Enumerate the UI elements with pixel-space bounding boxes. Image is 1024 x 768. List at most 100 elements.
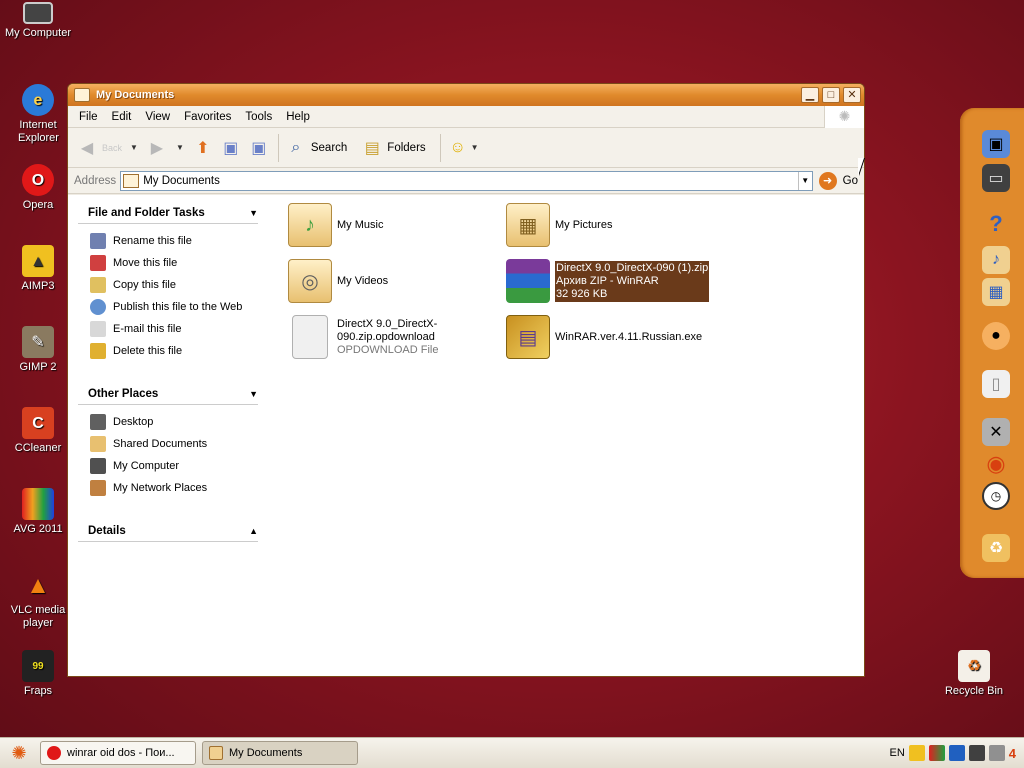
network-icon[interactable]: ▣: [982, 130, 1010, 158]
desktop-icon-vlc[interactable]: ▲ VLC media player: [0, 569, 76, 630]
network-tray-icon[interactable]: [968, 745, 985, 761]
menu-edit[interactable]: Edit: [105, 111, 139, 123]
place-shared-documents[interactable]: Shared Documents: [78, 433, 258, 455]
desktop-icon-my-computer[interactable]: My Computer: [0, 2, 76, 40]
pictures-folder-icon[interactable]: ▦: [982, 278, 1010, 306]
tray-number[interactable]: 4: [1009, 746, 1016, 761]
expand-icon[interactable]: ▲: [249, 526, 258, 536]
desktop-icon-internet-explorer[interactable]: e Internet Explorer: [0, 84, 76, 145]
file-item[interactable]: ▤ WinRAR.ver.4.11.Russian.exe: [506, 315, 702, 359]
file-item-selected[interactable]: DirectX 9.0_DirectX-090 (1).zip Архив ZI…: [506, 259, 710, 303]
panel-title: Other Places: [88, 388, 159, 400]
forward-button[interactable]: ▶: [146, 137, 168, 159]
place-desktop[interactable]: Desktop: [78, 411, 258, 433]
back-arrow-icon: ◀: [80, 139, 94, 157]
explorer-body: File and Folder Tasks ▼ Rename this file…: [68, 195, 864, 676]
help-icon[interactable]: ?: [982, 210, 1010, 238]
search-label: Search: [310, 141, 348, 154]
taskbar: ✺ winrar oid dos - Пои... My Documents E…: [0, 737, 1024, 768]
forward-dropdown-icon[interactable]: ▼: [176, 143, 184, 152]
task-rename[interactable]: Rename this file: [78, 230, 258, 252]
speaker-tray-icon[interactable]: [988, 745, 1005, 761]
place-my-computer[interactable]: My Computer: [78, 455, 258, 477]
maximize-button[interactable]: □: [822, 87, 840, 103]
task-move[interactable]: Move this file: [78, 252, 258, 274]
folders-icon: ▤: [364, 139, 380, 157]
place-label: Shared Documents: [113, 438, 208, 450]
file-name: My Videos: [337, 274, 389, 287]
clock-icon[interactable]: ◷: [982, 482, 1010, 510]
start-button-ubuntu-icon[interactable]: ✺: [4, 740, 34, 766]
file-item[interactable]: ◎ My Videos: [288, 259, 388, 303]
delete-icon: [90, 343, 106, 359]
back-label: Back: [102, 142, 123, 153]
up-button[interactable]: ⬆: [192, 137, 214, 159]
ubuntu-logo-icon[interactable]: ◉: [982, 450, 1010, 478]
avg-tray-icon[interactable]: [928, 745, 945, 761]
computer-icon: [90, 458, 106, 474]
language-indicator[interactable]: EN: [889, 747, 904, 759]
minimize-button[interactable]: ▁: [801, 87, 819, 103]
task-email[interactable]: E-mail this file: [78, 318, 258, 340]
menu-help[interactable]: Help: [279, 111, 317, 123]
desktop-icon-ccleaner[interactable]: C CCleaner: [0, 407, 76, 455]
taskbar-task-my-documents[interactable]: My Documents: [202, 741, 358, 765]
menu-tools[interactable]: Tools: [238, 111, 279, 123]
other-places-header[interactable]: Other Places ▼: [78, 388, 258, 405]
desktop-icon-avg[interactable]: AVG 2011: [0, 488, 76, 536]
taskbar-task-opera[interactable]: winrar oid dos - Пои...: [40, 741, 196, 765]
explorer-window: My Documents ▁ □ ✕ File Edit View Favori…: [67, 83, 865, 677]
place-my-network-places[interactable]: My Network Places: [78, 477, 258, 499]
music-folder-icon[interactable]: ♪: [982, 246, 1010, 274]
file-item[interactable]: DirectX 9.0_DirectX-090.zip.opdownload O…: [288, 315, 497, 359]
views-button[interactable]: ☺ ▼: [447, 137, 478, 159]
internet-explorer-icon: e: [22, 84, 54, 116]
menu-view[interactable]: View: [138, 111, 177, 123]
file-tasks-header[interactable]: File and Folder Tasks ▼: [78, 207, 258, 224]
back-button[interactable]: ◀ Back: [76, 137, 122, 159]
menu-favorites[interactable]: Favorites: [177, 111, 238, 123]
menu-file[interactable]: File: [72, 111, 105, 123]
desktop-icon-opera[interactable]: O Opera: [0, 164, 76, 212]
task-delete[interactable]: Delete this file: [78, 340, 258, 362]
delete-button[interactable]: ▣: [248, 137, 270, 159]
desktop-icon-aimp[interactable]: ▲ AIMP3: [0, 245, 76, 293]
task-publish[interactable]: Publish this file to the Web: [78, 296, 258, 318]
recycle-icon[interactable]: ♻: [982, 534, 1010, 562]
e-tray-icon[interactable]: [948, 745, 965, 761]
task-label: Delete this file: [113, 345, 183, 357]
file-item[interactable]: ♪ My Music: [288, 203, 383, 247]
desktop-icon-gimp[interactable]: ✎ GIMP 2: [0, 326, 76, 374]
warning-icon[interactable]: [908, 745, 925, 761]
toolbar: ◀ Back ▼ ▶ ▼ ⬆ ▣ ▣ ⌕ Search ▤ Folders ☺ …: [68, 128, 864, 168]
file-item[interactable]: ▦ My Pictures: [506, 203, 612, 247]
task-copy[interactable]: Copy this file: [78, 274, 258, 296]
side-dock: ▣ ▭ ? ♪ ▦ ● ▯ ✕ ◉ ◷ ♻: [960, 108, 1024, 578]
address-dropdown-icon[interactable]: ▼: [797, 171, 812, 190]
title-bar[interactable]: My Documents ▁ □ ✕: [68, 84, 864, 106]
desktop-icon-recycle-bin[interactable]: ♻ Recycle Bin: [936, 650, 1012, 698]
folders-button[interactable]: ▤ Folders: [361, 137, 426, 159]
search-button[interactable]: ⌕ Search: [285, 137, 347, 159]
desktop-icon-label: AIMP3: [21, 280, 55, 292]
folder-icon: [209, 746, 223, 760]
desktop-icon-fraps[interactable]: 99 Fraps: [0, 650, 76, 698]
back-dropdown-icon[interactable]: ▼: [130, 143, 138, 152]
computer-icon[interactable]: ▭: [982, 164, 1010, 192]
collapse-icon[interactable]: ▼: [249, 208, 258, 218]
tools-icon[interactable]: ✕: [982, 418, 1010, 446]
details-header[interactable]: Details ▲: [78, 525, 258, 542]
views-icon: ☺: [449, 138, 466, 156]
toolbar-separator: [277, 133, 279, 162]
file-type: OPDOWNLOAD File: [337, 343, 439, 356]
move-to-button[interactable]: ▣: [220, 137, 242, 159]
ipod-icon[interactable]: ▯: [982, 370, 1010, 398]
address-field[interactable]: My Documents ▼: [120, 170, 813, 191]
file-size: 32 926 KB: [556, 287, 608, 300]
collapse-icon[interactable]: ▼: [249, 389, 258, 399]
media-player-icon[interactable]: ●: [982, 322, 1010, 350]
task-label: Copy this file: [113, 279, 176, 291]
close-button[interactable]: ✕: [843, 87, 861, 103]
move-to-icon: ▣: [223, 139, 239, 157]
go-button[interactable]: ➜ Go: [818, 171, 858, 190]
